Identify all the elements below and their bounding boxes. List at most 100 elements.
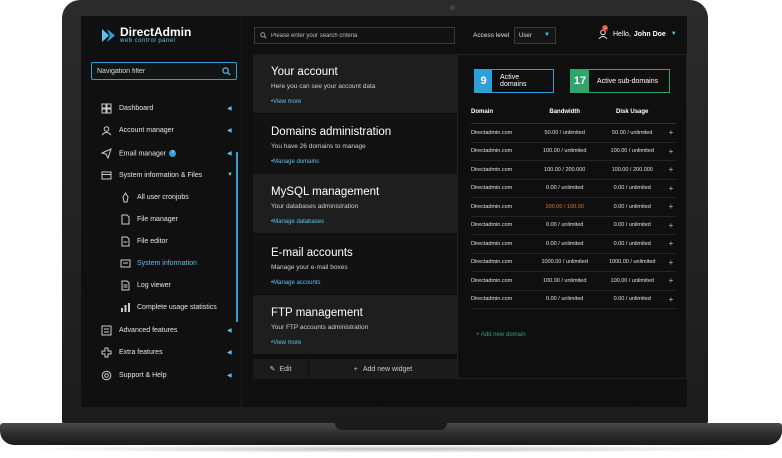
widget-link[interactable]: Manage domains [271, 159, 457, 165]
bandwidth-cell: 100.00 / 200.000 [530, 160, 599, 180]
widget-link[interactable]: View more [271, 99, 457, 105]
nav-item-file-editor[interactable]: File editor [81, 233, 239, 251]
access-level-select[interactable]: User ▼ [514, 27, 556, 44]
user-menu[interactable]: 1 Hello, John Doe ▼ [598, 25, 677, 40]
help-badge[interactable]: ? [169, 150, 177, 157]
bandwidth-cell: 1000.00 / unlimited [530, 253, 599, 272]
domain-cell[interactable]: Directadmin.com [471, 271, 531, 291]
widget-list: Your account Here you can see your accou… [253, 54, 457, 379]
table-row[interactable]: Directadmin.com 50.00 / unlimited 50.00 / … [471, 123, 676, 143]
global-search[interactable] [254, 27, 455, 44]
access-level-label: Access level [473, 32, 510, 39]
expand-row-icon[interactable]: + [666, 142, 676, 161]
screen: DirectAdmin web control panel Dashboard … [81, 16, 687, 407]
camera [450, 5, 455, 10]
search-icon[interactable] [260, 32, 267, 39]
column-header-spacer [666, 109, 676, 124]
table-row[interactable]: Directadmin.com 100.00 / unlimited 100.00 … [471, 142, 676, 161]
domain-cell[interactable]: Directadmin.com [471, 216, 531, 235]
chevron-left-icon: ◀ [227, 328, 232, 334]
bandwidth-cell: 50.00 / unlimited [530, 123, 599, 143]
nav-item-log-viewer[interactable]: Log viewer [81, 277, 239, 295]
widget-title: MySQL management [271, 186, 380, 198]
file-editor-icon [121, 236, 130, 247]
table-row[interactable]: Directadmin.com 0.00 / unlimited 0.00 / un… [471, 290, 676, 309]
domain-cell[interactable]: Directadmin.com [471, 253, 531, 272]
active-domains-stat[interactable]: 9 Active domains [474, 69, 554, 93]
active-subdomains-label: Active sub-domains [597, 77, 659, 85]
disk-usage-cell: 0.00 / unlimited [598, 290, 666, 309]
table-row[interactable]: Directadmin.com 100.00 / 200.000 100.00 / … [471, 160, 676, 180]
search-input[interactable] [271, 32, 451, 39]
widget-title: FTP management [271, 307, 363, 319]
domain-cell[interactable]: Directadmin.com [471, 234, 531, 254]
search-icon[interactable] [222, 66, 231, 76]
disk-usage-cell: 0.00 / unlimited [598, 197, 666, 217]
nav-item-usage-statistics[interactable]: Complete usage statistics [81, 299, 239, 317]
add-widget-button[interactable]: + Add new widget [309, 359, 457, 379]
domain-cell[interactable]: Directadmin.com [471, 160, 531, 180]
edit-label: Edit [279, 365, 292, 373]
edit-widgets-button[interactable]: ✎ Edit [253, 359, 309, 379]
chevron-left-icon: ◀ [227, 373, 232, 379]
expand-row-icon[interactable]: + [666, 197, 676, 217]
domain-cell[interactable]: Directadmin.com [471, 290, 531, 309]
logo[interactable]: DirectAdmin web control panel [101, 26, 191, 44]
expand-row-icon[interactable]: + [666, 216, 676, 235]
active-domains-label: Active domains [500, 74, 527, 88]
domain-cell[interactable]: Directadmin.com [471, 142, 531, 161]
notifications[interactable]: 1 [598, 25, 608, 40]
table-row[interactable]: Directadmin.com 0.00 / unlimited 0.00 / un… [471, 179, 676, 198]
table-row[interactable]: Directadmin.com 200.00 / 100.00 0.00 / unl… [471, 197, 676, 217]
table-row[interactable]: Directadmin.com 0.00 / unlimited 0.00 / un… [471, 234, 676, 254]
navigation-filter[interactable] [91, 62, 237, 80]
dashboard-icon [101, 103, 112, 114]
nav-item-system-information[interactable]: System information [81, 255, 239, 273]
nav-label: Account manager [119, 127, 174, 134]
widget-link[interactable]: Manage accounts [271, 280, 457, 286]
widget-link[interactable]: View more [271, 340, 457, 346]
navigation-filter-input[interactable] [97, 67, 217, 75]
domain-cell[interactable]: Directadmin.com [471, 197, 531, 217]
disk-usage-cell: 100.00 / unlimited [598, 142, 666, 161]
domain-cell[interactable]: Directadmin.com [471, 179, 531, 198]
expand-row-icon[interactable]: + [666, 179, 676, 198]
nav-label: File manager [137, 216, 178, 223]
expand-row-icon[interactable]: + [666, 271, 676, 291]
extra-features-icon [101, 347, 112, 358]
nav-item-account-manager[interactable]: Account manager ◀ [81, 122, 239, 140]
nav-item-file-manager[interactable]: File manager [81, 211, 239, 229]
chevron-down-icon: ▼ [227, 172, 233, 178]
nav-item-advanced-features[interactable]: Advanced features ◀ [81, 322, 239, 340]
nav-item-cronjobs[interactable]: All user cronjobs [81, 189, 239, 207]
nav-item-support-help[interactable]: Support & Help ◀ [81, 367, 239, 385]
expand-row-icon[interactable]: + [666, 234, 676, 254]
domains-table: Domain Bandwidth Disk Usage Directadmin.… [471, 109, 676, 309]
nav-item-email-manager[interactable]: Email manager? ◀ [81, 145, 239, 163]
advanced-features-icon [101, 325, 112, 336]
widget-link[interactable]: Manage databases [271, 219, 457, 225]
domain-cell[interactable]: Directadmin.com [471, 123, 531, 143]
chevron-left-icon: ◀ [227, 151, 232, 157]
table-row[interactable]: Directadmin.com 100.00 / unlimited 100.00 … [471, 271, 676, 291]
nav-item-extra-features[interactable]: Extra features ◀ [81, 344, 239, 362]
widget-domains: Domains administration You have 26 domai… [253, 114, 457, 173]
widget-title: Domains administration [271, 126, 392, 138]
active-domains-count: 9 [475, 70, 493, 92]
active-subdomains-stat[interactable]: 17 Active sub-domains [570, 69, 670, 93]
widget-toolbar: ✎ Edit + Add new widget [253, 359, 457, 379]
add-new-domain-link[interactable]: + Add new domain [476, 332, 526, 338]
disk-usage-cell: 0.00 / unlimited [598, 216, 666, 235]
expand-row-icon[interactable]: + [666, 160, 676, 180]
nav-item-system-files[interactable]: System information & Files ▼ [81, 167, 239, 185]
bandwidth-cell: 0.00 / unlimited [530, 290, 599, 309]
expand-row-icon[interactable]: + [666, 123, 676, 143]
table-row[interactable]: Directadmin.com 0.00 / unlimited 0.00 / un… [471, 216, 676, 235]
widget-email: E-mail accounts Manage your e-mail boxes… [253, 235, 457, 294]
laptop-notch [335, 423, 447, 430]
expand-row-icon[interactable]: + [666, 290, 676, 309]
expand-row-icon[interactable]: + [666, 253, 676, 272]
nav-item-dashboard[interactable]: Dashboard ◀ [81, 100, 239, 118]
table-row[interactable]: Directadmin.com 1000.00 / unlimited 1000.0… [471, 253, 676, 272]
widget-description: Your databases administration [271, 203, 359, 210]
